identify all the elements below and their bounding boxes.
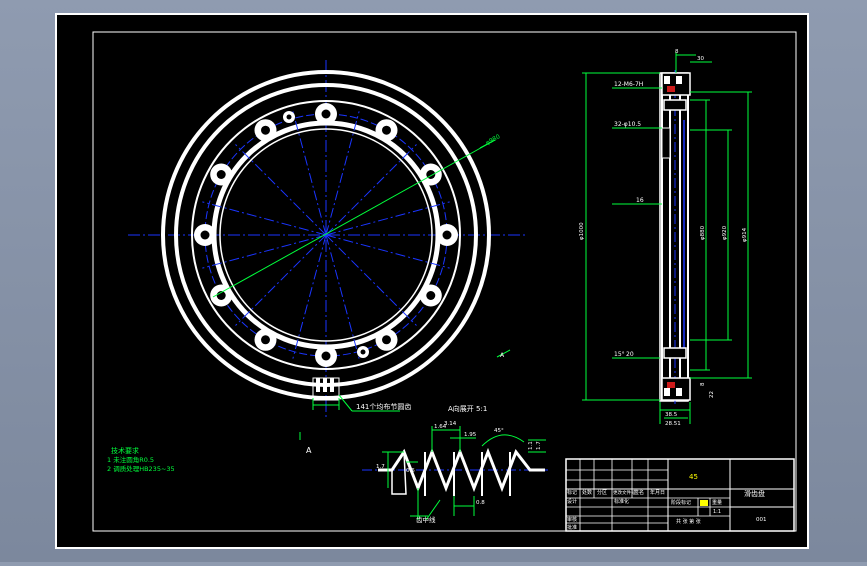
label-approve: 批准 bbox=[567, 524, 577, 531]
tilt-angle: 15° bbox=[614, 351, 625, 358]
header-date: 年月日 bbox=[650, 489, 665, 496]
scale-value: 1:1 bbox=[713, 509, 721, 515]
dim-top-right: 30 bbox=[697, 56, 704, 62]
tech-note-1: 1 未注圆角R0.5 bbox=[107, 455, 154, 464]
diameter-d1: φ914 bbox=[742, 227, 748, 242]
dim-bottom-3: 28.51 bbox=[665, 421, 681, 427]
bolt-hole-bore bbox=[261, 125, 270, 135]
label-stage: 阶段标记 bbox=[671, 499, 691, 506]
tech-notes-title: 技术要求 bbox=[111, 446, 139, 455]
tooth-dim-pitch: 3.14 bbox=[444, 421, 457, 427]
tooth-dim-half: 0.6 bbox=[406, 468, 415, 474]
bolt-hole-bore bbox=[200, 230, 210, 240]
bolt-hole-bore bbox=[382, 335, 391, 345]
tooth-dim-left-height: 1.7 bbox=[376, 464, 385, 470]
cad-drawing: φ980 141个均布节圆齿 A A 8 30 12-M6-7H 32-φ10.… bbox=[55, 13, 809, 549]
section-marker: A bbox=[306, 446, 312, 455]
material: 45 bbox=[689, 473, 698, 481]
label-check: 审核 bbox=[567, 516, 577, 523]
tech-note-2: 2 调质处理HB235~35 bbox=[107, 464, 175, 473]
dim-bottom-1: 8 bbox=[700, 382, 706, 386]
small-hole-top-core bbox=[286, 114, 292, 120]
diameter-d2: φ920 bbox=[722, 225, 728, 240]
dim-width-total: 38.5 bbox=[665, 412, 678, 418]
stage-mark-highlight bbox=[700, 500, 708, 506]
tooth-dim-height: 1.7 bbox=[536, 441, 542, 450]
pitch-line-note: 齿中线 bbox=[416, 515, 436, 524]
holes-spec-2: 32-φ10.5 bbox=[614, 121, 641, 128]
bolt-hole-bore bbox=[442, 230, 452, 240]
teeth-note: 141个均布节圆齿 bbox=[356, 402, 411, 411]
label-std: 标准化 bbox=[614, 498, 629, 505]
hub-dim: 16 bbox=[636, 197, 644, 204]
drawing-number: 001 bbox=[756, 517, 767, 523]
small-hole-bottom-core bbox=[360, 349, 366, 355]
tooth-detail-title: A向展开 5:1 bbox=[448, 404, 487, 413]
dim-top-width: 8 bbox=[675, 49, 679, 55]
bolt-hole-bore bbox=[382, 125, 391, 135]
tooth-dim-bottom: 0.8 bbox=[476, 500, 485, 506]
left-marker: 20 bbox=[626, 351, 634, 358]
bolt-hole-bore bbox=[426, 291, 436, 300]
sheet-info: 共 张 第 张 bbox=[676, 518, 701, 525]
part-name: 滑齿盘 bbox=[744, 489, 765, 498]
header-zone: 分区 bbox=[597, 489, 607, 496]
bolt-hole-bore bbox=[261, 335, 270, 345]
label-weight: 重量 bbox=[712, 499, 722, 506]
tooth-dim-angle: 45° bbox=[494, 428, 504, 434]
bolt-hole-bore bbox=[321, 109, 331, 119]
header-sign: 签名 bbox=[634, 489, 644, 496]
tooth-dim-width: 1.95 bbox=[464, 432, 477, 438]
cad-viewport[interactable]: φ980 141个均布节圆齿 A A 8 30 12-M6-7H 32-φ10.… bbox=[0, 0, 867, 562]
label-design: 设计 bbox=[567, 498, 577, 505]
bolt-hole-bore bbox=[216, 170, 226, 179]
header-count: 处数 bbox=[582, 489, 592, 496]
total-diameter: φ1000 bbox=[579, 222, 585, 240]
dim-bottom-2: 22 bbox=[709, 391, 715, 398]
tooth-dim-right-height: 1.1 bbox=[528, 441, 534, 450]
diameter-d3: φ880 bbox=[700, 225, 706, 240]
holes-spec-1: 12-M6-7H bbox=[614, 81, 643, 88]
label-mark: 标记 bbox=[567, 489, 577, 496]
header-change: 更改文件号 bbox=[613, 489, 636, 496]
bolt-hole-bore bbox=[321, 351, 331, 361]
